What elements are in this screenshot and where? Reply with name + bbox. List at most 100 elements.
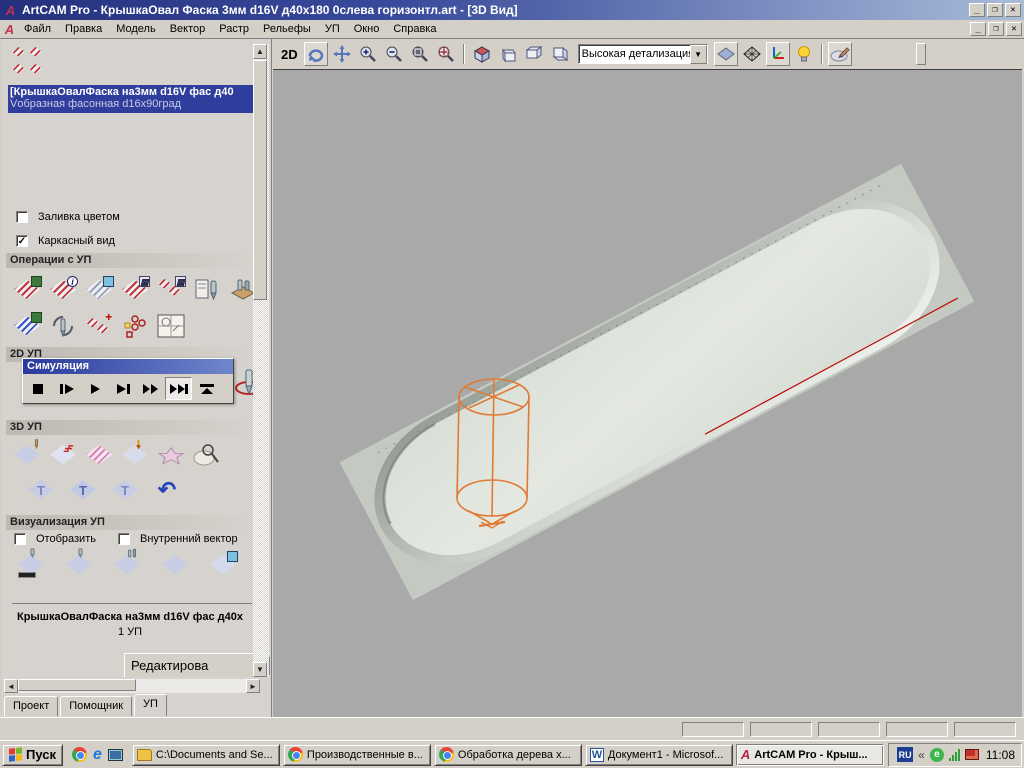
zoom-window-icon[interactable] bbox=[408, 42, 432, 66]
menu-vector[interactable]: Вектор bbox=[163, 21, 213, 37]
menu-window[interactable]: Окно bbox=[347, 21, 387, 37]
machine-relief-icon[interactable] bbox=[12, 441, 42, 469]
play-to-end-button[interactable] bbox=[109, 377, 136, 400]
taskbar-button-artcam[interactable]: A ArtCAM Pro - Крыш... bbox=[736, 744, 884, 766]
inner-vector-checkbox[interactable] bbox=[118, 533, 130, 545]
transform-toolpath-icon[interactable] bbox=[48, 312, 78, 340]
feature-machining-icon[interactable] bbox=[120, 441, 150, 469]
isometric-view-icon[interactable] bbox=[470, 42, 494, 66]
play-button[interactable] bbox=[81, 377, 108, 400]
simulate-toolpath-icon[interactable] bbox=[16, 551, 46, 579]
chrome-icon[interactable] bbox=[72, 747, 87, 762]
show-simulation-checkbox[interactable] bbox=[14, 533, 26, 545]
stop-button[interactable] bbox=[25, 377, 52, 400]
menu-reliefs[interactable]: Рельефы bbox=[256, 21, 318, 37]
nest-toolpaths-icon[interactable] bbox=[120, 312, 150, 340]
tab-toolpaths[interactable]: УП bbox=[134, 694, 167, 716]
taskbar-button-chrome-1[interactable]: Производственные в... bbox=[283, 744, 431, 766]
recalculate-toolpath-icon[interactable]: ▦ bbox=[120, 276, 150, 304]
tab-assistant[interactable]: Помощник bbox=[60, 696, 132, 716]
zoom-in-icon[interactable] bbox=[356, 42, 380, 66]
simulation-panel-title[interactable]: Симуляция bbox=[23, 359, 233, 374]
simulate-all-tools-icon[interactable] bbox=[112, 551, 142, 579]
taskbar-button-explorer[interactable]: C:\Documents and Se... bbox=[132, 744, 280, 766]
tab-project[interactable]: Проект bbox=[4, 696, 58, 716]
monitor-icon[interactable] bbox=[965, 749, 979, 760]
toolpath-template-icon[interactable] bbox=[192, 276, 222, 304]
child-close-button[interactable]: ✕ bbox=[1006, 22, 1022, 36]
taskbar-button-word[interactable]: W Документ1 - Microsof... bbox=[585, 744, 733, 766]
menu-raster[interactable]: Растр bbox=[212, 21, 256, 37]
recalculate-all-toolpaths-icon[interactable]: ▦ bbox=[156, 276, 186, 304]
view-along-z-icon[interactable] bbox=[548, 42, 572, 66]
edit-toolpath-combobox[interactable]: Редактирова ▼ bbox=[124, 653, 270, 677]
smart-engraving-icon[interactable]: T bbox=[26, 476, 56, 504]
pan-view-icon[interactable] bbox=[330, 42, 354, 66]
fast-to-end-button[interactable] bbox=[165, 377, 192, 400]
menu-file[interactable]: Файл bbox=[17, 21, 58, 37]
3d-viewport[interactable] bbox=[273, 70, 1022, 717]
block-icon[interactable] bbox=[160, 551, 190, 579]
delete-simulation-icon[interactable] bbox=[208, 551, 238, 579]
wireframe-view-icon[interactable] bbox=[740, 42, 764, 66]
scroll-up-icon[interactable]: ▲ bbox=[253, 44, 267, 59]
scrollbar-thumb[interactable] bbox=[18, 679, 136, 691]
delete-toolpath-icon[interactable] bbox=[84, 276, 114, 304]
load-toolpath-icon[interactable] bbox=[12, 312, 42, 340]
wireframe-checkbox[interactable]: ✓ bbox=[16, 235, 28, 247]
panel-vertical-scrollbar[interactable]: ▲ ▼ bbox=[253, 44, 269, 677]
toolpath-list-selection[interactable]: [КрышкаОвалФаска на3мм d16V фас д40 Vобр… bbox=[8, 85, 254, 113]
save-toolpath-icon[interactable] bbox=[12, 276, 42, 304]
signal-bars-icon[interactable] bbox=[949, 749, 960, 761]
light-icon[interactable] bbox=[792, 42, 816, 66]
menu-model[interactable]: Модель bbox=[109, 21, 162, 37]
merge-toolpaths-icon[interactable]: + bbox=[84, 312, 114, 340]
centerline-engraving-icon[interactable]: T bbox=[68, 476, 98, 504]
raster-machining-icon[interactable] bbox=[84, 441, 114, 469]
retract-button[interactable] bbox=[193, 377, 220, 400]
minimize-button[interactable]: _ bbox=[969, 3, 985, 17]
zoom-fit-icon[interactable] bbox=[434, 42, 458, 66]
scroll-left-icon[interactable]: ◄ bbox=[4, 679, 18, 693]
ie-icon[interactable]: e bbox=[93, 748, 102, 762]
taskbar-button-chrome-2[interactable]: Обработка дерева х... bbox=[434, 744, 582, 766]
language-indicator[interactable]: RU bbox=[897, 747, 913, 762]
view-2d-button[interactable]: 2D bbox=[281, 47, 298, 62]
toolpath-drawing-icon[interactable] bbox=[156, 312, 186, 340]
close-button[interactable]: ✕ bbox=[1005, 3, 1021, 17]
simulate-tool-icon[interactable] bbox=[64, 551, 94, 579]
toolpath-summary-icon[interactable]: i bbox=[48, 276, 78, 304]
machine-region-icon[interactable] bbox=[156, 441, 186, 469]
rotate-view-icon[interactable] bbox=[304, 42, 328, 66]
fast-forward-button[interactable] bbox=[137, 377, 164, 400]
inspect-toolpath-icon[interactable] bbox=[192, 441, 222, 469]
menu-toolpaths[interactable]: УП bbox=[318, 21, 347, 37]
start-button[interactable]: Пуск bbox=[2, 744, 63, 766]
restore-button[interactable]: ❐ bbox=[987, 3, 1003, 17]
child-restore-button[interactable]: ❐ bbox=[988, 22, 1004, 36]
shaded-view-icon[interactable] bbox=[714, 42, 738, 66]
view-along-x-icon[interactable] bbox=[496, 42, 520, 66]
zlevel-roughing-icon[interactable] bbox=[48, 441, 78, 469]
outline-engraving-icon[interactable]: T bbox=[110, 476, 140, 504]
scroll-down-icon[interactable]: ▼ bbox=[253, 662, 267, 677]
scroll-right-icon[interactable]: ► bbox=[246, 679, 260, 693]
undo-icon[interactable]: ↶ bbox=[152, 476, 182, 504]
view-along-y-icon[interactable] bbox=[522, 42, 546, 66]
draw-relief-icon[interactable] bbox=[828, 42, 852, 66]
menu-help[interactable]: Справка bbox=[386, 21, 443, 37]
show-desktop-icon[interactable] bbox=[108, 749, 123, 761]
eset-icon[interactable]: e bbox=[930, 748, 944, 762]
vscrollbar-thumb[interactable] bbox=[253, 60, 267, 300]
fill-color-checkbox[interactable] bbox=[16, 211, 28, 223]
panel-horizontal-scrollbar[interactable]: ◄ ► bbox=[4, 679, 260, 693]
origin-axes-icon[interactable] bbox=[766, 42, 790, 66]
detail-dropdown-icon[interactable]: ▼ bbox=[690, 45, 707, 64]
toolbar-grip[interactable] bbox=[916, 43, 926, 65]
tray-collapse-icon[interactable]: « bbox=[918, 748, 925, 762]
toolpath-list-item[interactable]: [КрышкаОвалФаска на3мм d16V фас д40 bbox=[10, 86, 252, 98]
detail-level-select[interactable]: Высокая детализация ▼ bbox=[578, 44, 708, 64]
step-button[interactable] bbox=[53, 377, 80, 400]
zoom-out-icon[interactable] bbox=[382, 42, 406, 66]
toolpath-tool-item[interactable]: Vобразная фасонная d16x90град bbox=[10, 98, 252, 110]
